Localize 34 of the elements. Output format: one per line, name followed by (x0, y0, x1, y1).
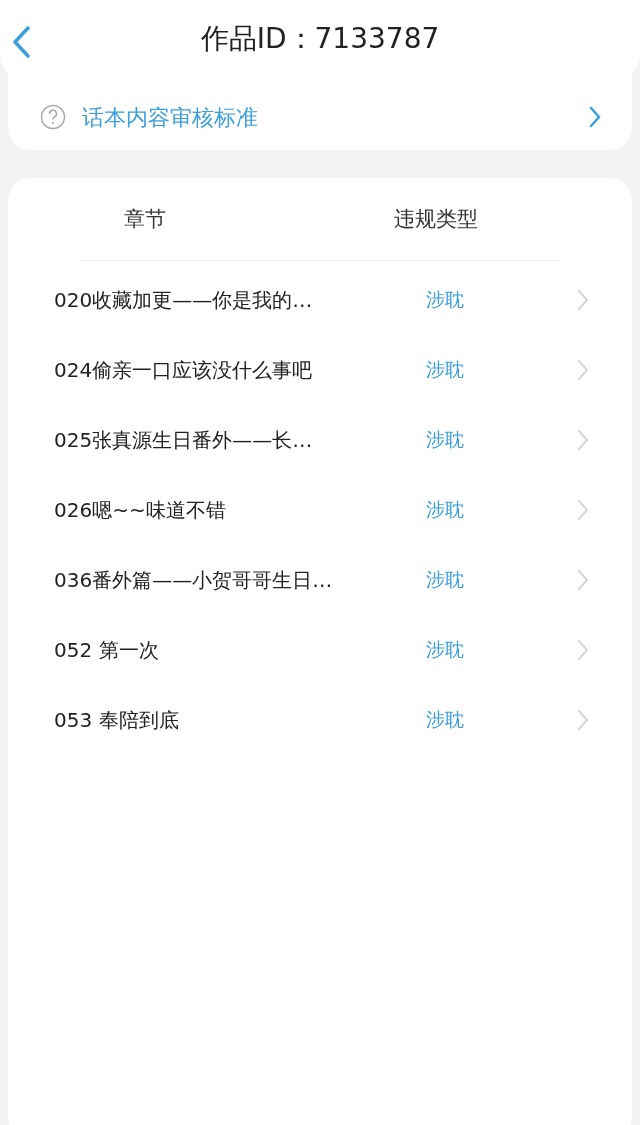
help-icon (40, 104, 66, 130)
chapter-title: 026嗯~~味道不错 (54, 496, 227, 524)
chapter-title: 024偷亲一口应该没什么事吧 (54, 356, 314, 384)
chapter-row[interactable]: 026嗯~~味道不错 涉耽 (8, 474, 632, 545)
chevron-right-icon (576, 427, 590, 452)
chapter-title: 025张真源生日番外——长… (54, 426, 314, 454)
chapter-title: 020收藏加更——你是我的… (54, 286, 314, 314)
chevron-right-icon (576, 567, 590, 592)
chapter-row[interactable]: 025张真源生日番外——长… 涉耽 (8, 404, 632, 475)
chapter-row[interactable]: 052 第一次 涉耽 (8, 614, 632, 685)
violation-type: 涉耽 (426, 637, 464, 663)
violation-type: 涉耽 (426, 567, 464, 593)
chapter-title: 036番外篇——小贺哥哥生日… (54, 566, 334, 594)
page-title: 作品ID：7133787 (200, 21, 440, 57)
chevron-right-icon (576, 287, 590, 312)
chevron-right-icon (576, 637, 590, 662)
column-header: 违规类型 (394, 206, 478, 233)
violation-type: 涉耽 (426, 287, 464, 313)
chapter-title: 052 第一次 (54, 636, 160, 664)
chapter-title: 053 奉陪到底 (54, 706, 180, 734)
chevron-right-icon (576, 497, 590, 522)
chevron-right-icon (588, 105, 602, 129)
chapter-row[interactable]: 020收藏加更——你是我的… 涉耽 (8, 264, 632, 335)
violation-type: 涉耽 (426, 497, 464, 523)
chapter-row[interactable]: 036番外篇——小贺哥哥生日… 涉耽 (8, 544, 632, 615)
chapter-row[interactable]: 024偷亲一口应该没什么事吧 涉耽 (8, 334, 632, 405)
violation-type: 涉耽 (426, 357, 464, 383)
violation-type: 涉耽 (426, 707, 464, 733)
chapter-row[interactable]: 053 奉陪到底 涉耽 (8, 684, 632, 755)
violation-type: 涉耽 (426, 427, 464, 453)
chevron-right-icon (576, 707, 590, 732)
column-header: 章节 (124, 206, 166, 233)
chevron-right-icon (576, 357, 590, 382)
back-icon[interactable] (10, 25, 32, 59)
